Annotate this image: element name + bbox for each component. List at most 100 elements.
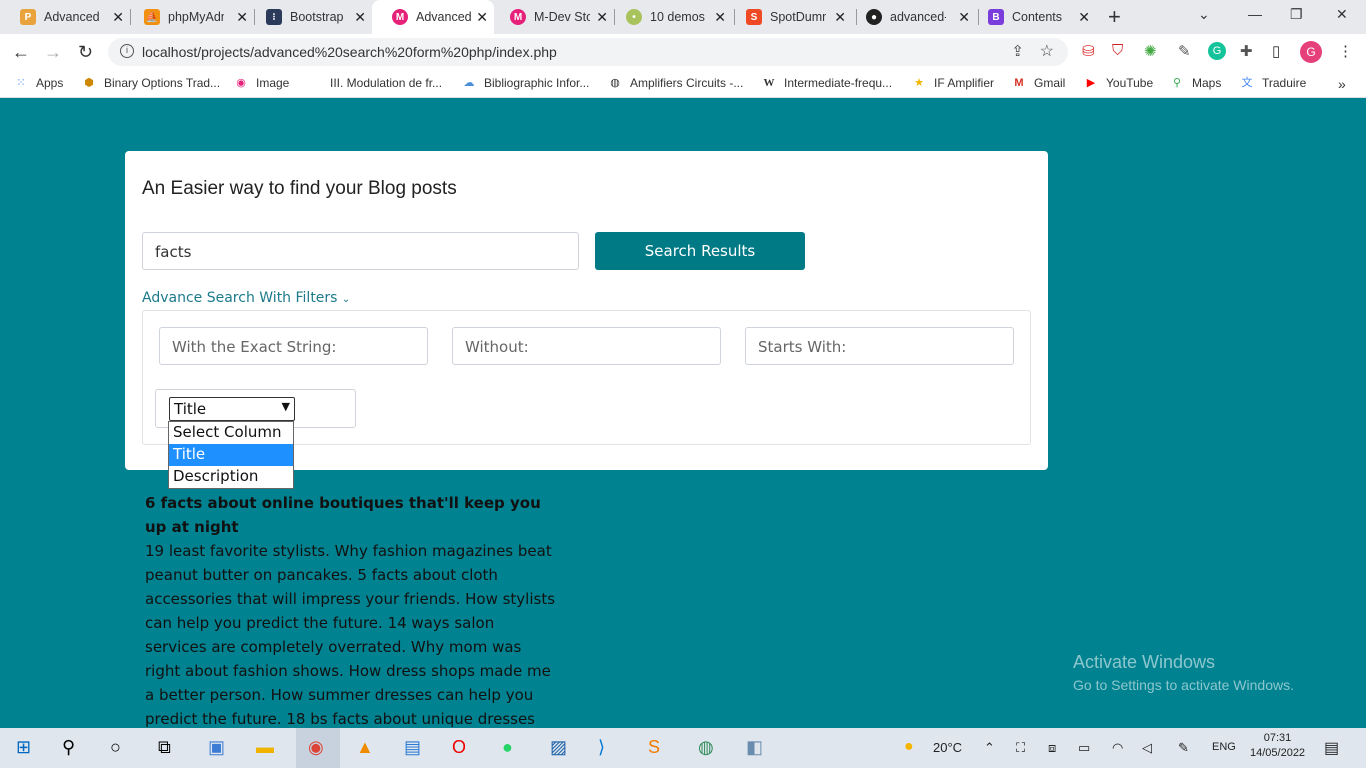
notification-icon[interactable]: ▤ [1324, 738, 1339, 758]
restore-icon[interactable]: ❐ [1290, 6, 1303, 23]
tab-search-icon[interactable]: ⌄ [1198, 6, 1210, 23]
app-icon[interactable]: ◧ [746, 737, 763, 758]
image-icon: ◉ [236, 77, 246, 89]
column-select[interactable]: Title ▼ [169, 397, 295, 421]
color-wheel-icon[interactable]: ✺ [1144, 42, 1157, 60]
language-indicator[interactable]: ENG [1212, 741, 1236, 753]
m-icon: M [392, 9, 408, 25]
result-title[interactable]: 6 facts about online boutiques that'll k… [145, 491, 557, 539]
sublime-icon[interactable]: S [648, 737, 660, 758]
tab-mdev-store[interactable]: M M-Dev Sto ✕ [490, 0, 614, 34]
extension-icon[interactable]: ⛉ [1112, 42, 1123, 59]
leaf-icon: • [626, 9, 642, 25]
chevron-up-icon[interactable]: ⌃ [984, 740, 995, 756]
bookmark-maps[interactable]: ⚲ Maps [1170, 76, 1221, 90]
whatsapp-icon[interactable]: ● [502, 737, 513, 758]
windows-start-icon[interactable]: ⊞ [16, 737, 31, 758]
vlc-icon[interactable]: ▲ [356, 737, 374, 758]
opera-icon[interactable]: O [452, 737, 466, 758]
tab-advanced-1[interactable]: P Advanced ✕ [0, 0, 130, 34]
search-input[interactable]: facts [142, 232, 579, 270]
info-icon[interactable]: i [120, 44, 134, 58]
temperature-text[interactable]: 20°C [933, 740, 962, 755]
photos-icon[interactable]: ▨ [550, 737, 567, 758]
tab-bootstrap[interactable]: ⁝ Bootstrap ✕ [246, 0, 372, 34]
bookmark-if-amplifier[interactable]: ★ IF Amplifier [912, 76, 994, 90]
clock[interactable]: 07:31 14/05/2022 [1250, 732, 1305, 759]
bookmark-binary-options[interactable]: ⬢ Binary Options Trad... [82, 76, 220, 90]
bootstrap-icon: ⁝ [266, 9, 282, 25]
search-results-button[interactable]: Search Results [595, 232, 805, 270]
binary-icon: ⬢ [84, 77, 94, 89]
extensions-puzzle-icon[interactable]: ✚ [1240, 42, 1253, 60]
bookmark-star-icon[interactable]: ☆ [1040, 41, 1054, 61]
tab-spotdummy[interactable]: S SpotDumm ✕ [726, 0, 852, 34]
bookmark-bibliographic[interactable]: ☁ Bibliographic Infor... [462, 76, 590, 90]
page-title: An Easier way to find your Blog posts [142, 178, 457, 199]
tray-icon[interactable]: ⛶ [1016, 740, 1025, 756]
more-bookmarks-icon[interactable]: » [1338, 76, 1346, 92]
close-tab-icon[interactable]: ✕ [354, 9, 366, 26]
bookmark-youtube[interactable]: ▶ YouTube [1084, 76, 1153, 90]
chrome-icon[interactable]: ◉ [296, 728, 340, 768]
reload-icon[interactable]: ↻ [78, 42, 93, 63]
bookmark-traduire[interactable]: 文 Traduire [1240, 76, 1307, 90]
tab-10-demos[interactable]: • 10 demos ✕ [606, 0, 732, 34]
globe-app-icon[interactable]: ◍ [698, 737, 714, 758]
close-tab-icon[interactable]: ✕ [476, 9, 488, 26]
new-tab-button[interactable]: + [1108, 4, 1121, 30]
bookmark-modulation[interactable]: III. Modulation de fr... [308, 76, 442, 90]
side-panel-icon[interactable]: ▯ [1272, 42, 1280, 60]
forward-icon[interactable]: → [44, 42, 62, 63]
vscode-icon[interactable]: ⟩ [598, 737, 605, 758]
dropdown-option-selected[interactable]: Title [169, 444, 293, 466]
share-icon[interactable]: ⇪ [1011, 42, 1024, 60]
tab-advanced-active[interactable]: M Advanced ✕ [372, 0, 494, 34]
task-view-icon[interactable]: ⧉ [158, 737, 171, 758]
search-icon[interactable]: ⚲ [62, 737, 75, 758]
bookmark-amplifiers[interactable]: ◍ Amplifiers Circuits -... [608, 76, 743, 90]
tab-github-advanced[interactable]: ● advanced- ✕ [846, 0, 976, 34]
bookmark-gmail[interactable]: M Gmail [1012, 76, 1065, 90]
close-tab-icon[interactable]: ✕ [1078, 9, 1090, 26]
tab-contents[interactable]: B Contents ✕ [968, 0, 1096, 34]
mycomputer-icon[interactable]: ▣ [208, 737, 225, 758]
b-icon: B [988, 9, 1004, 25]
m-icon: M [510, 9, 526, 25]
s-icon: S [746, 9, 762, 25]
wifi-icon[interactable]: ◠ [1112, 740, 1123, 756]
control-panel-icon[interactable]: ▤ [404, 737, 421, 758]
tray-icon[interactable]: ⧈ [1048, 740, 1056, 756]
tab-phpmyadmin[interactable]: ⛵ phpMyAdmin ✕ [124, 0, 254, 34]
eyedropper-icon[interactable]: ✎ [1178, 42, 1191, 60]
address-bar[interactable]: i localhost/projects/advanced%20search%2… [108, 38, 1068, 66]
advanced-search-toggle[interactable]: Advance Search With Filters ⌄ [142, 290, 350, 306]
battery-icon[interactable]: ▭ [1078, 740, 1090, 756]
file-explorer-icon[interactable]: ▬ [256, 737, 274, 758]
close-tab-icon[interactable]: ✕ [714, 9, 726, 26]
bookmark-apps[interactable]: ⁙ Apps [14, 76, 63, 90]
close-window-icon[interactable]: ✕ [1336, 6, 1348, 23]
close-tab-icon[interactable]: ✕ [112, 9, 124, 26]
dropdown-option[interactable]: Select Column [169, 422, 293, 444]
menu-icon[interactable]: ⋮ [1338, 42, 1353, 60]
browser-toolbar: ← → ↻ i localhost/projects/advanced%20se… [0, 34, 1366, 70]
pen-icon[interactable]: ✎ [1178, 740, 1189, 756]
minimize-icon[interactable]: — [1248, 6, 1262, 22]
close-tab-icon[interactable]: ✕ [834, 9, 846, 26]
dropdown-option[interactable]: Description [169, 466, 293, 488]
weather-icon[interactable]: ● [904, 738, 914, 756]
grammarly-icon[interactable]: G [1208, 42, 1226, 60]
profile-avatar[interactable]: G [1300, 41, 1322, 63]
exact-string-input[interactable]: With the Exact String: [159, 327, 428, 365]
back-icon[interactable]: ← [12, 42, 30, 63]
result-description: 19 least favorite stylists. Why fashion … [145, 542, 556, 752]
url-text[interactable]: localhost/projects/advanced%20search%20f… [142, 44, 557, 60]
starts-with-input[interactable]: Starts With: [745, 327, 1014, 365]
volume-icon[interactable]: ◁ [1142, 740, 1152, 756]
cortana-icon[interactable]: ○ [110, 737, 121, 758]
bookmark-image[interactable]: ◉ Image [234, 76, 289, 90]
bookmark-intermediate[interactable]: W Intermediate-frequ... [762, 76, 893, 90]
without-input[interactable]: Without: [452, 327, 721, 365]
extension-icon[interactable]: ⛁ [1082, 42, 1095, 60]
